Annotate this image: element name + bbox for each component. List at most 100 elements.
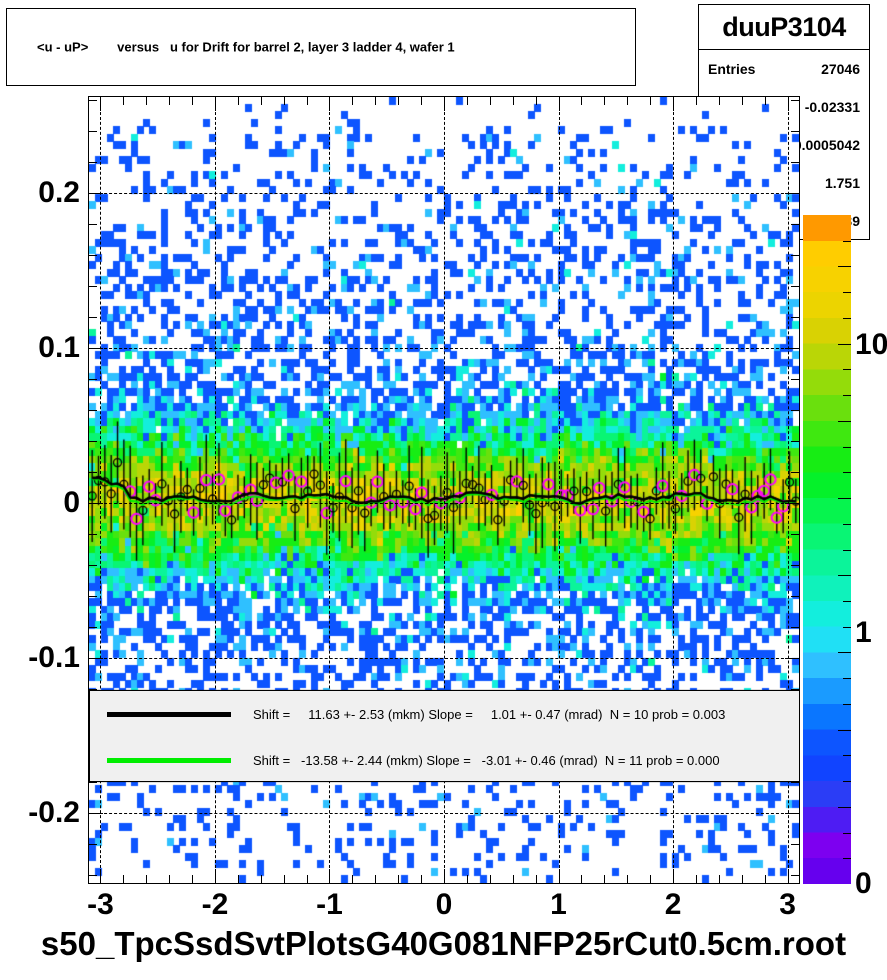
- stats-value: 0.0005042: [793, 137, 860, 153]
- axis-tick: [785, 348, 799, 350]
- axis-tick: [192, 875, 194, 883]
- palette-tick: [838, 266, 851, 268]
- axis-tick: [100, 97, 102, 111]
- axis-tick: [512, 97, 514, 105]
- stats-key: Entries: [708, 61, 756, 77]
- axis-tick: [89, 255, 97, 257]
- axis-tick: [791, 379, 799, 381]
- axis-tick: [764, 875, 766, 883]
- axis-tick: [791, 255, 799, 257]
- axis-tick: [791, 286, 799, 288]
- legend-label: Shift = -13.58 +- 2.44 (mkm) Slope = -3.…: [253, 752, 720, 768]
- axis-tick: [627, 875, 629, 883]
- axis-tick: [375, 875, 377, 883]
- axis-tick: [329, 869, 331, 883]
- axis-tick: [787, 869, 789, 883]
- palette-tick: [843, 755, 851, 757]
- palette-tick: [838, 575, 851, 577]
- axis-tick: [260, 97, 262, 105]
- stats-value: 27046: [821, 61, 860, 77]
- axis-tick: [89, 565, 97, 567]
- axis-tick: [650, 97, 652, 105]
- axis-tick: [741, 97, 743, 105]
- y-axis-tick-label: 0.2: [38, 176, 80, 210]
- palette-tick: [843, 240, 851, 242]
- axis-tick: [123, 97, 125, 105]
- axis-tick: [214, 97, 216, 111]
- axis-tick: [89, 348, 103, 350]
- axis-tick: [89, 627, 97, 629]
- axis-tick: [785, 193, 799, 195]
- axis-tick: [444, 869, 445, 883]
- plot-title-box: <u - uP> versus u for Drift for barrel 2…: [6, 8, 636, 86]
- axis-tick: [791, 844, 799, 846]
- axis-tick: [695, 875, 697, 883]
- palette-tick-label: 10: [855, 328, 887, 362]
- stats-value: -0.02331: [804, 99, 860, 115]
- axis-tick: [791, 875, 799, 877]
- axis-tick: [581, 875, 583, 883]
- axis-tick: [558, 97, 560, 111]
- axis-tick: [237, 97, 239, 105]
- axis-tick: [237, 875, 239, 883]
- axis-tick: [558, 869, 560, 883]
- axis-tick: [89, 534, 97, 536]
- axis-tick: [89, 286, 97, 288]
- x-axis-tick-label: 0: [435, 888, 453, 921]
- axis-tick: [169, 97, 171, 105]
- palette-tick: [843, 292, 851, 294]
- page-title: <u - uP> versus u for Drift for barrel 2…: [37, 39, 455, 55]
- axis-tick: [791, 441, 799, 443]
- palette-tick: [843, 600, 851, 602]
- axis-tick: [89, 441, 97, 443]
- axis-tick: [89, 131, 97, 133]
- legend-line-swatch: [107, 757, 231, 763]
- fit-legend-box: Shift = 11.63 +- 2.53 (mkm) Slope = 1.01…: [89, 690, 800, 782]
- palette-tick: [843, 858, 851, 860]
- axis-tick: [785, 503, 799, 505]
- axis-tick: [89, 472, 97, 474]
- legend-line-swatch: [107, 711, 231, 717]
- palette-tick: [838, 806, 851, 808]
- axis-tick: [89, 596, 97, 598]
- color-palette-bar: [803, 215, 851, 884]
- axis-tick: [791, 627, 799, 629]
- palette-tick: [843, 523, 851, 525]
- axis-tick: [89, 658, 103, 660]
- axis-tick: [764, 97, 766, 105]
- legend-entry: Shift = 11.63 +- 2.53 (mkm) Slope = 1.01…: [90, 691, 799, 737]
- axis-tick: [89, 162, 97, 164]
- axis-tick: [146, 97, 148, 105]
- axis-tick: [791, 472, 799, 474]
- axis-tick: [89, 503, 103, 505]
- axis-tick: [489, 875, 491, 883]
- axis-tick: [791, 131, 799, 133]
- axis-tick: [604, 97, 606, 105]
- axis-tick: [604, 875, 606, 883]
- axis-tick: [306, 97, 308, 105]
- axis-tick: [791, 224, 799, 226]
- stats-histogram-name: duuP3104: [699, 5, 869, 50]
- y-axis-tick-label: 0: [63, 486, 80, 520]
- legend-entry: Shift = -13.58 +- 2.44 (mkm) Slope = -3.…: [90, 737, 799, 781]
- palette-tick: [843, 626, 851, 628]
- axis-tick: [791, 410, 799, 412]
- axis-tick: [791, 782, 799, 784]
- axis-tick: [718, 97, 720, 105]
- axis-tick: [673, 869, 675, 883]
- axis-tick: [718, 875, 720, 883]
- palette-tick: [843, 317, 851, 319]
- axis-tick: [89, 224, 97, 226]
- axis-tick: [787, 97, 789, 111]
- axis-tick: [89, 100, 97, 102]
- axis-tick: [192, 97, 194, 105]
- y-axis-tick-label: -0.1: [28, 641, 80, 675]
- y-axis-tick-label: -0.2: [28, 796, 80, 830]
- axis-tick: [169, 875, 171, 883]
- stats-row: Entries 27046: [699, 50, 869, 88]
- axis-tick: [535, 97, 537, 105]
- axis-tick: [673, 97, 675, 111]
- axis-tick: [791, 565, 799, 567]
- axis-tick: [306, 875, 308, 883]
- palette-tick-label: 1: [855, 616, 872, 650]
